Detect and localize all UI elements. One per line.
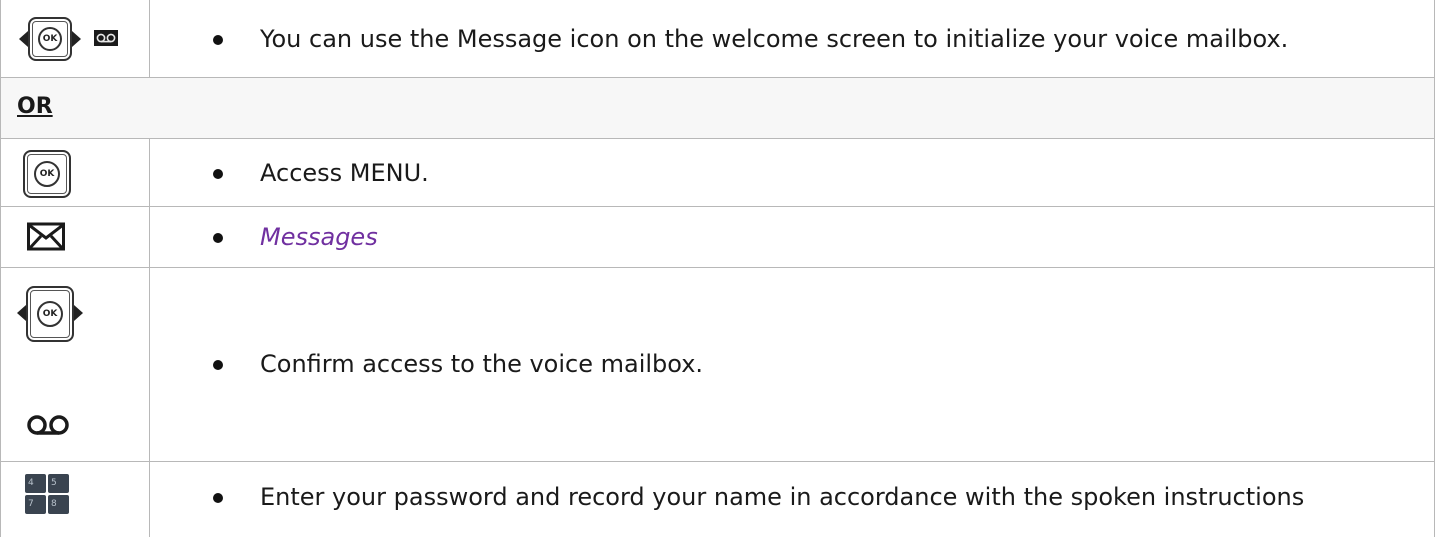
instruction-row-5: OK Confirm access to the voice mailbox.: [1, 268, 1434, 462]
ok-navigation-key-icon: OK: [17, 280, 83, 346]
instruction-text: Access MENU.: [260, 159, 429, 187]
messages-label: Messages: [260, 223, 378, 251]
icon-cell: 4 5 7 8: [1, 462, 150, 537]
instruction-row-1: OK You can use the Message icon on the w…: [1, 0, 1434, 78]
envelope-icon: [27, 222, 65, 252]
bullet: [213, 233, 223, 243]
text-cell: You can use the Message icon on the welc…: [151, 0, 1434, 77]
bullet: [213, 35, 223, 45]
voicemail-badge-icon: [94, 30, 118, 46]
icon-cell: OK: [1, 268, 150, 461]
instruction-text: Confirm access to the voice mailbox.: [260, 350, 704, 378]
icon-cell: OK: [1, 139, 150, 206]
or-row: OR: [1, 78, 1434, 139]
keypad-icon: 4 5 7 8: [25, 474, 69, 514]
instruction-text: Enter your password and record your name…: [260, 483, 1305, 511]
icon-cell: [1, 207, 150, 267]
icon-cell: OK: [1, 0, 150, 77]
instruction-text: You can use the Message icon on the welc…: [260, 25, 1289, 53]
text-cell: Messages: [151, 207, 1434, 267]
bullet: [213, 360, 223, 370]
text-cell: Access MENU.: [151, 139, 1434, 206]
instruction-table: OK You can use the Message icon on the w…: [0, 0, 1435, 537]
bullet: [213, 169, 223, 179]
instruction-row-3: OK Access MENU.: [1, 139, 1434, 207]
text-cell: Enter your password and record your name…: [151, 462, 1434, 537]
ok-navigation-key-icon: OK: [19, 11, 81, 67]
instruction-row-6: 4 5 7 8 Enter your password and record y…: [1, 462, 1434, 537]
ok-key-icon: OK: [23, 150, 71, 198]
instruction-row-4: Messages: [1, 207, 1434, 268]
bullet: [213, 493, 223, 503]
or-label: OR: [17, 94, 53, 119]
text-cell: Confirm access to the voice mailbox.: [151, 268, 1434, 461]
voicemail-icon: [27, 413, 69, 437]
